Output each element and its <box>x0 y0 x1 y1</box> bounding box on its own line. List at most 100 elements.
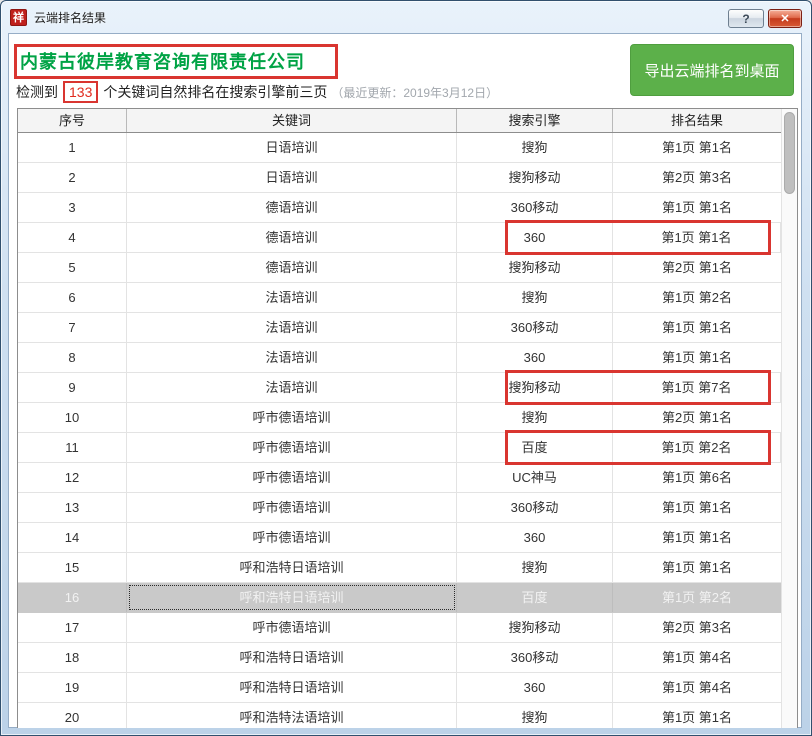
rank-cell: 第2页 第1名 <box>613 253 781 282</box>
engine-cell: 搜狗移动 <box>457 253 613 282</box>
column-header[interactable]: 关键词 <box>127 109 457 132</box>
row-number-cell: 1 <box>18 133 127 162</box>
engine-cell: 360移动 <box>457 643 613 672</box>
table-row[interactable]: 10呼市德语培训搜狗第2页 第1名 <box>18 403 797 433</box>
scrollbar-thumb[interactable] <box>784 112 795 194</box>
keyword-cell: 德语培训 <box>127 223 457 252</box>
engine-cell: 搜狗移动 <box>457 373 613 402</box>
row-number-cell: 10 <box>18 403 127 432</box>
row-number-cell: 19 <box>18 673 127 702</box>
rank-cell: 第2页 第1名 <box>613 403 781 432</box>
column-header[interactable]: 排名结果 <box>613 109 781 132</box>
row-number-cell: 20 <box>18 703 127 728</box>
keyword-cell: 呼和浩特法语培训 <box>127 703 457 728</box>
table-body: 1日语培训搜狗第1页 第1名2日语培训搜狗移动第2页 第3名3德语培训360移动… <box>18 133 797 728</box>
help-button[interactable]: ? <box>728 9 764 28</box>
engine-cell: 搜狗移动 <box>457 163 613 192</box>
engine-cell: 搜狗 <box>457 703 613 728</box>
rank-cell: 第1页 第1名 <box>613 493 781 522</box>
keyword-cell: 呼市德语培训 <box>127 403 457 432</box>
table-row[interactable]: 20呼和浩特法语培训搜狗第1页 第1名 <box>18 703 797 728</box>
row-number-cell: 3 <box>18 193 127 222</box>
row-number-cell: 17 <box>18 613 127 642</box>
table-row[interactable]: 1日语培训搜狗第1页 第1名 <box>18 133 797 163</box>
engine-cell: 360移动 <box>457 193 613 222</box>
keyword-cell: 呼市德语培训 <box>127 523 457 552</box>
engine-cell: 百度 <box>457 583 613 612</box>
keyword-cell: 日语培训 <box>127 133 457 162</box>
engine-cell: 搜狗 <box>457 283 613 312</box>
table-row[interactable]: 5德语培训搜狗移动第2页 第1名 <box>18 253 797 283</box>
engine-cell: 360 <box>457 673 613 702</box>
summary-prefix: 检测到 <box>16 82 58 102</box>
table-row[interactable]: 6法语培训搜狗第1页 第2名 <box>18 283 797 313</box>
app-icon: 祥 <box>10 9 27 26</box>
table-row[interactable]: 13呼市德语培训360移动第1页 第1名 <box>18 493 797 523</box>
titlebar-buttons: ? ✕ <box>728 9 802 28</box>
keyword-cell: 呼和浩特日语培训 <box>127 553 457 582</box>
table-row[interactable]: 19呼和浩特日语培训360第1页 第4名 <box>18 673 797 703</box>
rank-cell: 第1页 第2名 <box>613 583 781 612</box>
window-title: 云端排名结果 <box>34 9 106 26</box>
row-number-cell: 12 <box>18 463 127 492</box>
row-number-cell: 4 <box>18 223 127 252</box>
keyword-cell: 呼市德语培训 <box>127 433 457 462</box>
keyword-count: 133 <box>63 81 98 103</box>
ranking-table: 序号关键词搜索引擎排名结果 1日语培训搜狗第1页 第1名2日语培训搜狗移动第2页… <box>17 108 798 728</box>
keyword-cell: 呼和浩特日语培训 <box>127 673 457 702</box>
row-number-cell: 7 <box>18 313 127 342</box>
table-row[interactable]: 9法语培训搜狗移动第1页 第7名 <box>18 373 797 403</box>
column-header[interactable]: 搜索引擎 <box>457 109 613 132</box>
table-row[interactable]: 12呼市德语培训UC神马第1页 第6名 <box>18 463 797 493</box>
titlebar[interactable]: 祥 云端排名结果 ? ✕ <box>1 1 811 34</box>
engine-cell: 搜狗 <box>457 133 613 162</box>
rank-cell: 第1页 第7名 <box>613 373 781 402</box>
table-row[interactable]: 3德语培训360移动第1页 第1名 <box>18 193 797 223</box>
table-row[interactable]: 16呼和浩特日语培训百度第1页 第2名 <box>18 583 797 613</box>
table-row[interactable]: 4德语培训360第1页 第1名 <box>18 223 797 253</box>
company-name: 内蒙古彼岸教育咨询有限责任公司 <box>20 52 305 72</box>
content-area: 内蒙古彼岸教育咨询有限责任公司 检测到 133 个关键词自然排名在搜索引擎前三页… <box>8 33 802 728</box>
row-number-cell: 9 <box>18 373 127 402</box>
keyword-cell: 法语培训 <box>127 343 457 372</box>
keyword-cell: 呼和浩特日语培训 <box>127 583 457 612</box>
table-row[interactable]: 18呼和浩特日语培训360移动第1页 第4名 <box>18 643 797 673</box>
rank-cell: 第1页 第4名 <box>613 673 781 702</box>
row-number-cell: 15 <box>18 553 127 582</box>
engine-cell: 搜狗移动 <box>457 613 613 642</box>
keyword-cell: 呼市德语培训 <box>127 463 457 492</box>
summary-suffix: 个关键词自然排名在搜索引擎前三页 <box>103 82 327 102</box>
company-annotation-box: 内蒙古彼岸教育咨询有限责任公司 <box>14 44 338 79</box>
keyword-cell: 呼市德语培训 <box>127 613 457 642</box>
export-button[interactable]: 导出云端排名到桌面 <box>630 44 794 96</box>
table-row[interactable]: 14呼市德语培训360第1页 第1名 <box>18 523 797 553</box>
engine-cell: 360移动 <box>457 313 613 342</box>
row-number-cell: 8 <box>18 343 127 372</box>
table-scrollbar[interactable] <box>781 109 797 728</box>
engine-cell: UC神马 <box>457 463 613 492</box>
table-row[interactable]: 2日语培训搜狗移动第2页 第3名 <box>18 163 797 193</box>
rank-cell: 第1页 第1名 <box>613 523 781 552</box>
rank-cell: 第1页 第1名 <box>613 193 781 222</box>
engine-cell: 360 <box>457 223 613 252</box>
table-header-row: 序号关键词搜索引擎排名结果 <box>18 109 797 133</box>
table-row[interactable]: 8法语培训360第1页 第1名 <box>18 343 797 373</box>
table-row[interactable]: 7法语培训360移动第1页 第1名 <box>18 313 797 343</box>
close-button[interactable]: ✕ <box>768 9 802 28</box>
rank-cell: 第1页 第6名 <box>613 463 781 492</box>
rank-cell: 第1页 第1名 <box>613 343 781 372</box>
row-number-cell: 11 <box>18 433 127 462</box>
app-window: 祥 云端排名结果 ? ✕ 内蒙古彼岸教育咨询有限责任公司 检测到 133 个关键… <box>0 0 812 736</box>
engine-cell: 搜狗 <box>457 553 613 582</box>
rank-cell: 第1页 第1名 <box>613 223 781 252</box>
table-row[interactable]: 11呼市德语培训百度第1页 第2名 <box>18 433 797 463</box>
table-row[interactable]: 17呼市德语培训搜狗移动第2页 第3名 <box>18 613 797 643</box>
column-header[interactable]: 序号 <box>18 109 127 132</box>
engine-cell: 搜狗 <box>457 403 613 432</box>
keyword-cell: 呼和浩特日语培训 <box>127 643 457 672</box>
table-row[interactable]: 15呼和浩特日语培训搜狗第1页 第1名 <box>18 553 797 583</box>
rank-cell: 第2页 第3名 <box>613 613 781 642</box>
keyword-cell: 法语培训 <box>127 283 457 312</box>
keyword-cell: 德语培训 <box>127 193 457 222</box>
rank-cell: 第1页 第2名 <box>613 283 781 312</box>
